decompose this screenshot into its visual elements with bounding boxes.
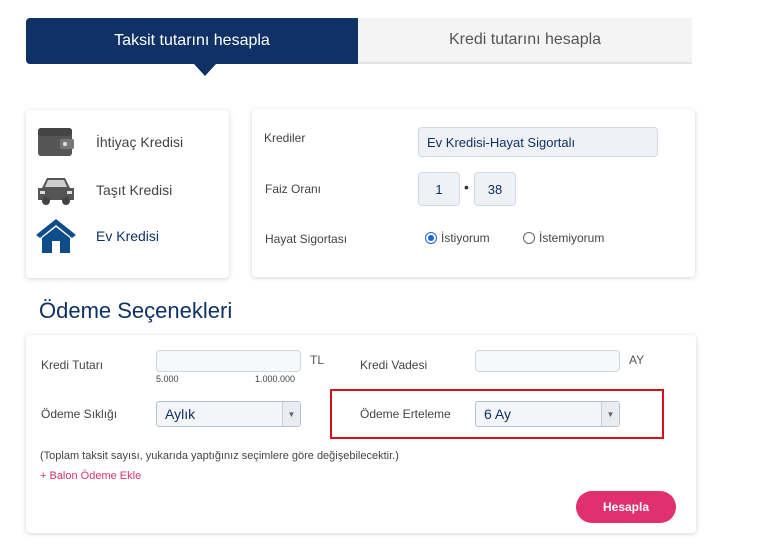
loan-amount-input[interactable] — [156, 350, 301, 372]
dropdown-arrow-icon: ▼ — [601, 402, 619, 426]
loan-type-panel: İhtiyaç Kredisi Taşıt Kredisi Ev Kredisi — [26, 110, 229, 278]
interest-rate-label: Faiz Oranı — [265, 182, 322, 196]
loan-amount-label: Kredi Tutarı — [41, 358, 104, 372]
loan-type-home[interactable]: Ev Kredisi — [34, 216, 159, 256]
insurance-no-label: İstemiyorum — [539, 231, 605, 245]
payment-deferral-select[interactable]: 6 Ay ▼ — [475, 401, 620, 427]
payment-deferral-label: Ödeme Erteleme — [360, 407, 451, 421]
radio-unchecked-icon — [523, 232, 535, 244]
amount-min: 5.000 — [156, 374, 179, 384]
loan-type-label: Taşıt Kredisi — [96, 182, 173, 198]
calculator-tabs: Taksit tutarını hesapla Kredi tutarını h… — [26, 18, 692, 76]
wallet-icon — [34, 122, 78, 162]
loan-type-label: İhtiyaç Kredisi — [96, 134, 184, 150]
loan-type-personal[interactable]: İhtiyaç Kredisi — [34, 122, 183, 162]
car-icon — [34, 170, 78, 210]
dropdown-arrow-icon: ▼ — [282, 402, 300, 426]
house-icon — [34, 216, 78, 256]
loan-type-label: Ev Kredisi — [96, 228, 160, 244]
calculate-button[interactable]: Hesapla — [576, 491, 676, 523]
payment-options-title: Ödeme Seçenekleri — [39, 298, 233, 323]
tab-loan-amount[interactable]: Kredi tutarını hesapla — [358, 18, 692, 64]
tab-installment-amount[interactable]: Taksit tutarını hesapla — [26, 18, 358, 76]
insurance-no-radio[interactable]: İstemiyorum — [523, 231, 604, 245]
amount-unit: TL — [310, 353, 325, 367]
credits-select[interactable]: Ev Kredisi-Hayat Sigortalı — [418, 127, 658, 157]
life-insurance-label: Hayat Sigortası — [265, 232, 348, 246]
decimal-separator: • — [464, 179, 469, 195]
add-balloon-payment-link[interactable]: + Balon Ödeme Ekle — [40, 470, 141, 482]
insurance-yes-label: İstiyorum — [441, 231, 490, 245]
payment-frequency-value: Aylık — [165, 406, 196, 422]
loan-term-label: Kredi Vadesi — [360, 358, 428, 372]
interest-rate-integer-input[interactable]: 1 — [418, 172, 460, 206]
loan-settings-panel: Krediler Ev Kredisi-Hayat Sigortalı Faiz… — [252, 109, 695, 277]
radio-checked-icon — [425, 232, 437, 244]
loan-term-input[interactable] — [475, 350, 620, 372]
payment-frequency-select[interactable]: Aylık ▼ — [156, 401, 301, 427]
payment-frequency-label: Ödeme Sıklığı — [41, 407, 118, 421]
insurance-yes-radio[interactable]: İstiyorum — [425, 231, 490, 245]
credits-label: Krediler — [264, 131, 306, 145]
amount-max: 1.000.000 — [255, 374, 296, 384]
installment-note: (Toplam taksit sayısı, yukarıda yaptığın… — [40, 450, 399, 462]
interest-rate-decimal-input[interactable]: 38 — [474, 172, 516, 206]
term-unit: AY — [629, 353, 645, 367]
loan-type-vehicle[interactable]: Taşıt Kredisi — [34, 170, 172, 210]
payment-deferral-value: 6 Ay — [484, 406, 511, 422]
